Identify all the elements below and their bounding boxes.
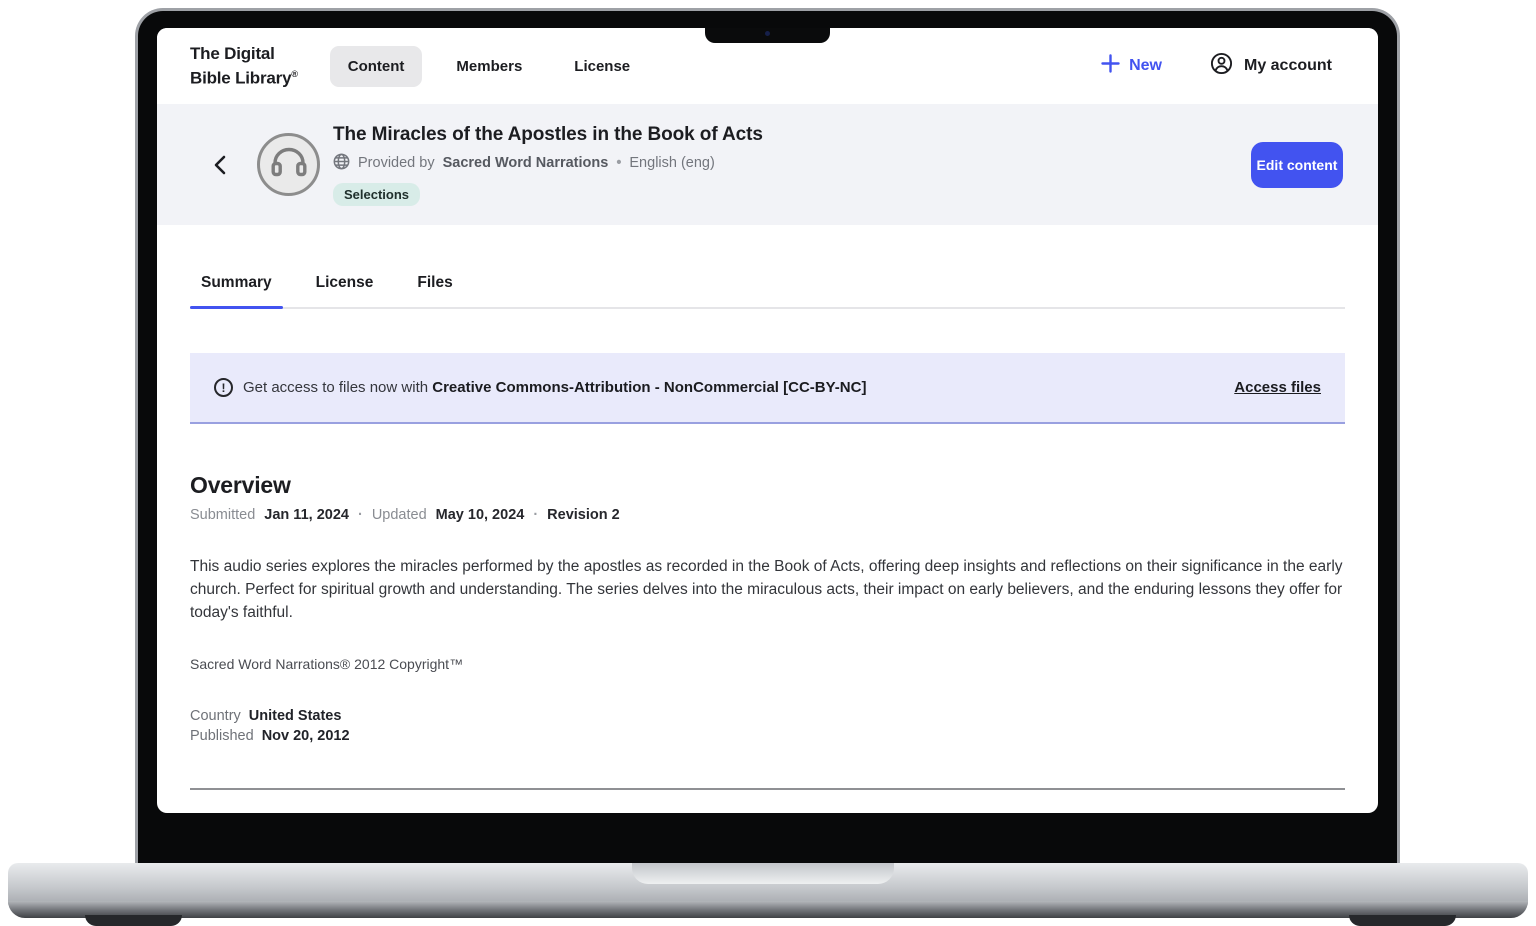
content-description: This audio series explores the miracles …: [190, 555, 1345, 624]
logo-line-1: The Digital: [190, 43, 298, 64]
my-account-button[interactable]: My account: [1210, 52, 1332, 80]
updated-label: Updated: [372, 507, 427, 523]
country-value: United States: [249, 708, 342, 724]
country-row: Country United States: [190, 706, 1345, 726]
dot-separator: •: [616, 155, 621, 171]
nav-right: New My account: [1101, 52, 1332, 80]
content-header-text: The Miracles of the Apostles in the Book…: [333, 124, 763, 206]
laptop-foot-left: [85, 915, 182, 926]
app-screen: The Digital Bible Library® Content Membe…: [157, 28, 1378, 813]
user-account-icon: [1210, 52, 1233, 80]
submitted-date: Jan 11, 2024: [264, 507, 349, 523]
facts-list: Country United States Published Nov 20, 20…: [190, 706, 1345, 746]
camera-notch: [705, 28, 830, 43]
nav-items: Content Members License: [330, 46, 648, 87]
content-title: The Miracles of the Apostles in the Book…: [333, 124, 763, 146]
submitted-label: Submitted: [190, 507, 255, 523]
selections-badge: Selections: [333, 183, 420, 206]
tab-files[interactable]: Files: [406, 274, 463, 307]
plus-icon: [1101, 54, 1120, 78]
registered-mark: ®: [291, 69, 297, 79]
access-files-link[interactable]: Access files: [1234, 379, 1321, 396]
language-label: English (eng): [629, 155, 714, 171]
published-label: Published: [190, 728, 254, 744]
summary-panel: Overview Submitted Jan 11, 2024 · Update…: [190, 472, 1345, 790]
info-icon: !: [214, 378, 233, 397]
back-button[interactable]: [204, 150, 234, 180]
headphones-icon: [271, 146, 307, 183]
published-value: Nov 20, 2012: [262, 728, 350, 744]
globe-icon: [333, 153, 350, 174]
new-button[interactable]: New: [1101, 54, 1162, 78]
nav-item-members[interactable]: Members: [438, 46, 540, 87]
provider-row: Provided by Sacred Word Narrations • Eng…: [333, 153, 763, 174]
my-account-label: My account: [1244, 57, 1332, 75]
provided-by-label: Provided by: [358, 155, 435, 171]
copyright-line: Sacred Word Narrations® 2012 Copyright™: [190, 656, 1345, 672]
section-divider: [190, 788, 1345, 790]
published-row: Published Nov 20, 2012: [190, 726, 1345, 746]
revision-number: Revision 2: [547, 507, 620, 523]
content-header: The Miracles of the Apostles in the Book…: [157, 104, 1378, 225]
new-button-label: New: [1129, 57, 1162, 75]
license-name: Creative Commons-Attribution - NonCommer…: [432, 379, 866, 396]
tab-license[interactable]: License: [305, 274, 385, 307]
revision-meta: Submitted Jan 11, 2024 · Updated May 10,…: [190, 507, 1345, 523]
laptop-lid-scoop: [632, 863, 894, 884]
country-label: Country: [190, 708, 241, 724]
edit-content-button[interactable]: Edit content: [1251, 142, 1343, 188]
chevron-left-icon: [212, 155, 227, 175]
updated-date: May 10, 2024: [436, 507, 525, 523]
tab-bar: Summary License Files: [190, 225, 1345, 309]
dot-separator: ·: [358, 507, 363, 523]
app-logo[interactable]: The Digital Bible Library®: [190, 43, 298, 89]
laptop-foot-right: [1349, 915, 1456, 926]
logo-line-2: Bible Library®: [190, 64, 298, 89]
page: The Digital Bible Library® Content Membe…: [0, 0, 1536, 926]
tab-summary[interactable]: Summary: [190, 274, 283, 307]
dot-separator: ·: [533, 507, 538, 523]
laptop-base-edge: [8, 901, 1528, 918]
nav-item-content[interactable]: Content: [330, 46, 423, 87]
access-banner: ! Get access to files now with Creative …: [190, 353, 1345, 424]
provider-name: Sacred Word Narrations: [443, 155, 609, 171]
overview-heading: Overview: [190, 472, 1345, 499]
camera-dot: [765, 31, 770, 36]
nav-item-license[interactable]: License: [556, 46, 648, 87]
audio-content-avatar: [257, 133, 320, 196]
access-banner-text: Get access to files now with Creative Co…: [243, 379, 866, 396]
